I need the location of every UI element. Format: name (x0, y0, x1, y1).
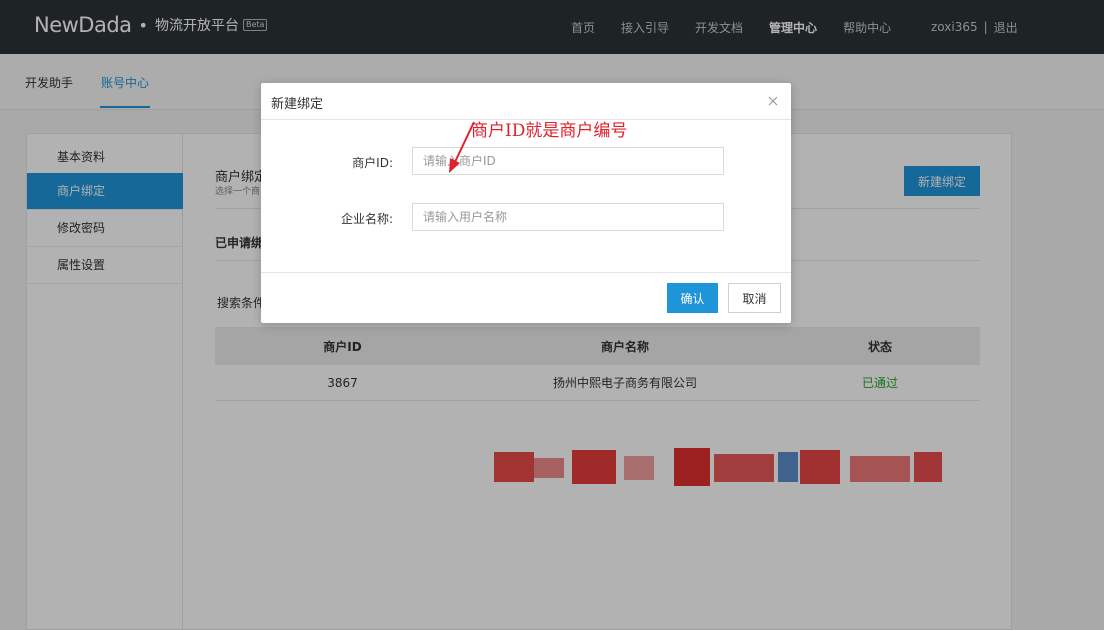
cancel-button[interactable]: 取消 (728, 283, 781, 313)
company-name-label: 企业名称: (340, 212, 393, 226)
company-name-input[interactable] (412, 203, 724, 231)
merchant-id-label: 商户ID: (352, 156, 393, 170)
confirm-button[interactable]: 确认 (667, 283, 718, 313)
close-icon[interactable] (766, 94, 780, 108)
dialog-title: 新建绑定 (271, 97, 324, 112)
annotation-arrow-icon (449, 121, 475, 173)
dialog-footer-divider (261, 272, 791, 273)
annotation-text: 商户ID就是商户编号 (471, 121, 628, 141)
dialog-header: 新建绑定 (261, 83, 791, 120)
